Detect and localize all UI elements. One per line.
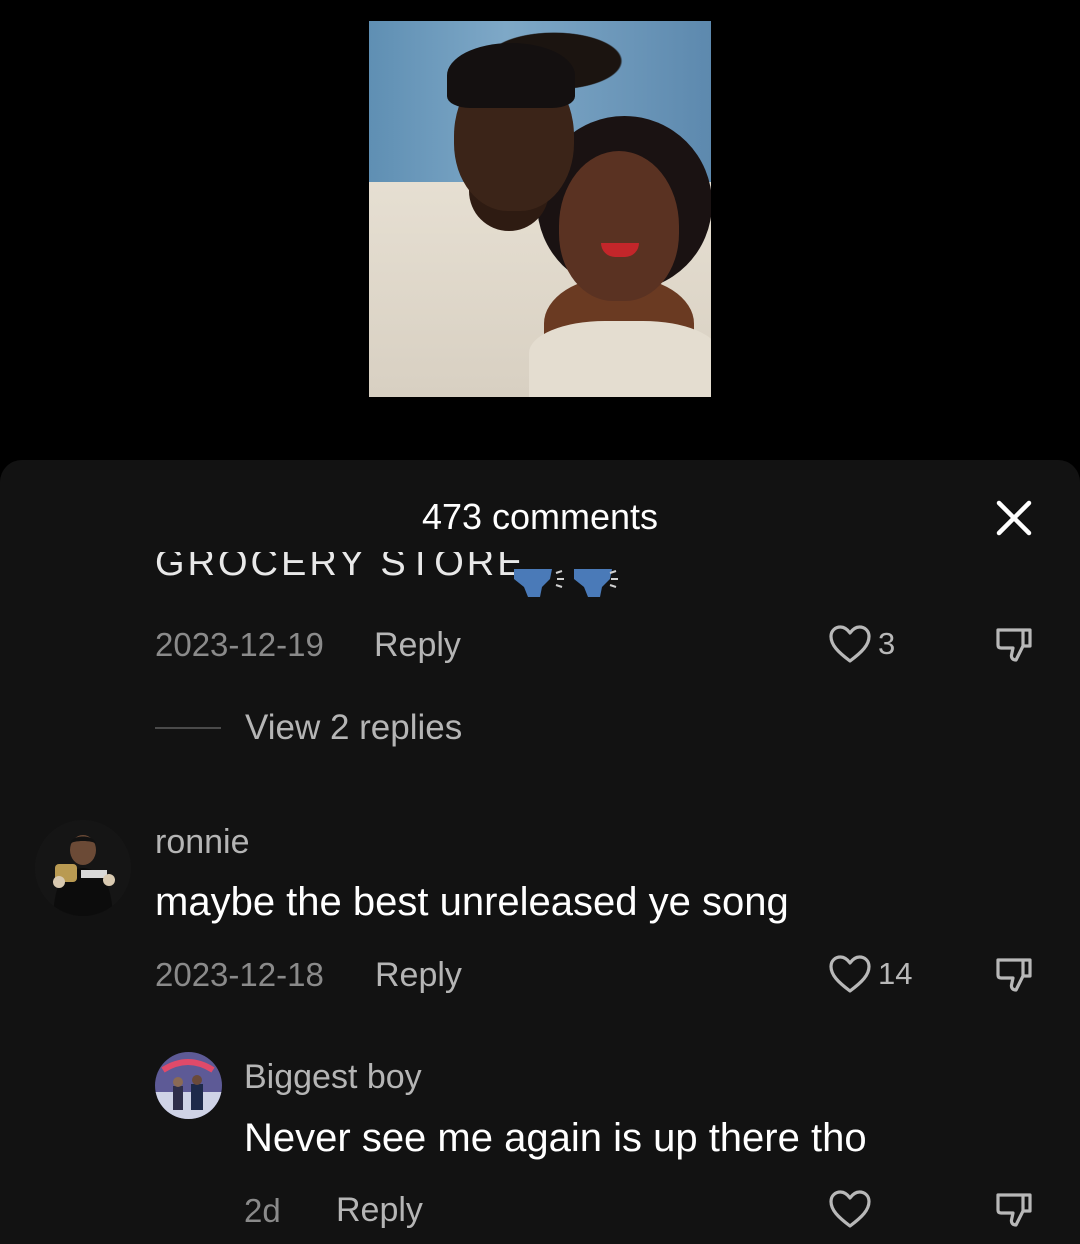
reply-button[interactable]: Reply [336,1191,423,1230]
speaking-head-emoji-icon [514,569,618,597]
reply-button[interactable]: Reply [374,626,461,665]
view-replies-button[interactable]: View 2 replies [155,708,462,748]
avatar-image [155,1052,222,1119]
like-count: 3 [878,626,896,661]
comment-username[interactable]: ronnie [155,823,250,862]
comment-username[interactable]: Biggest boy [244,1058,422,1097]
avatar-image [35,820,131,916]
dislike-button[interactable] [994,1191,1034,1236]
thumbs-down-icon [996,958,1032,992]
comment-date: 2023-12-19 [155,626,324,663]
comment-text: maybe the best unreleased ye song [155,880,789,924]
comment-text: Never see me again is up there tho [244,1116,867,1160]
like-button[interactable] [828,1189,878,1229]
close-icon [996,500,1032,536]
like-button[interactable]: 14 [828,954,912,994]
close-button[interactable] [994,498,1034,538]
thumbs-down-icon [996,628,1032,662]
reply-button[interactable]: Reply [375,956,462,995]
heart-icon [829,1190,871,1228]
comment-date: 2023-12-18 [155,956,324,993]
comments-sheet: 473 comments GROCERY STORE 2023-12-19 Re… [0,460,1080,1244]
heart-icon [829,625,871,663]
avatar[interactable] [35,820,131,916]
like-count: 14 [878,956,913,991]
comments-count-title: 473 comments [421,496,659,537]
divider [155,727,221,729]
comment-date: 2d [244,1192,281,1229]
thumbs-down-icon [996,1193,1032,1227]
like-button[interactable]: 3 [828,624,895,664]
dislike-button[interactable] [994,956,1034,1001]
post-photo [369,21,711,397]
heart-icon [829,955,871,993]
avatar[interactable] [155,1052,222,1119]
dislike-button[interactable] [994,626,1034,671]
